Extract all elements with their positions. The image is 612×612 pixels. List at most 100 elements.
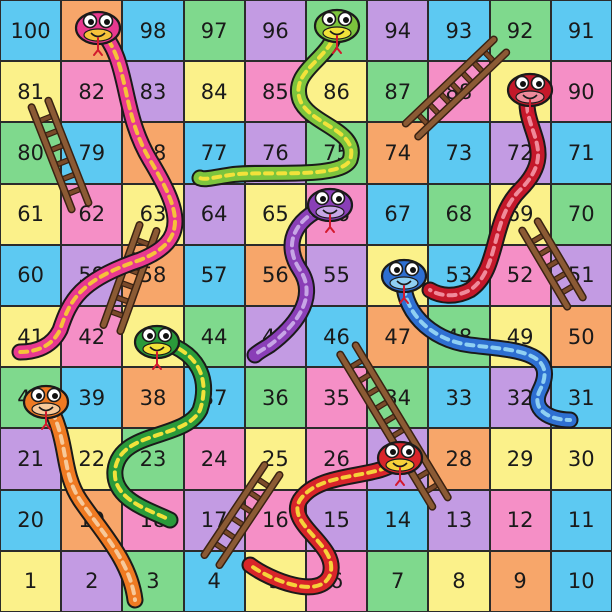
board-square[interactable]: 31 [550,367,612,429]
board-square[interactable]: 23 [122,428,184,490]
board-square[interactable]: 36 [244,367,306,429]
board-square[interactable]: 87 [367,61,429,123]
board-square[interactable]: 17 [183,489,245,551]
board-square[interactable]: 39 [61,367,123,429]
board-square[interactable]: 52 [489,244,551,306]
board-square[interactable]: 27 [367,428,429,490]
board-square[interactable]: 25 [244,428,306,490]
board-square[interactable]: 82 [61,61,123,123]
board-square[interactable]: 99 [61,0,123,62]
board-square[interactable]: 44 [183,305,245,368]
board-square[interactable]: 88 [428,61,490,123]
board-square[interactable]: 79 [61,122,123,184]
board-square[interactable]: 47 [367,305,429,368]
board-square[interactable]: 90 [550,61,612,123]
board-square[interactable]: 64 [183,183,245,245]
board-square[interactable]: 8 [428,550,490,612]
board-square[interactable]: 78 [122,122,184,184]
board-square[interactable]: 60 [0,244,62,306]
board-square[interactable]: 11 [550,489,612,551]
board-square[interactable]: 100 [0,0,62,62]
board-square[interactable]: 7 [367,550,429,612]
board-square[interactable]: 42 [61,305,123,368]
board-square[interactable]: 57 [183,244,245,306]
board-square[interactable]: 43 [122,305,184,368]
board-square[interactable]: 33 [428,367,490,429]
board-square[interactable]: 92 [489,0,551,62]
board-square[interactable]: 46 [305,305,368,368]
board-square[interactable]: 56 [244,244,306,306]
board-square[interactable]: 84 [183,61,245,123]
board-square[interactable]: 41 [0,305,62,368]
board-square[interactable]: 24 [183,428,245,490]
board-square[interactable]: 9 [489,550,551,612]
board-square[interactable]: 72 [489,122,551,184]
board-square[interactable]: 85 [244,61,306,123]
board-square[interactable]: 96 [244,0,306,62]
board-square[interactable]: 4 [183,550,245,612]
board-square[interactable]: 21 [0,428,62,490]
board-square[interactable]: 1 [0,550,62,612]
board-square[interactable]: 35 [305,367,368,429]
board-square[interactable]: 48 [428,305,490,368]
board-square[interactable]: 50 [550,305,612,368]
board-square[interactable]: 69 [489,183,551,245]
board-square[interactable]: 53 [428,244,490,306]
board-square[interactable]: 37 [183,367,245,429]
board-square[interactable]: 26 [305,428,368,490]
board-square[interactable]: 76 [244,122,306,184]
board-square[interactable]: 29 [489,428,551,490]
board-square[interactable]: 62 [61,183,123,245]
board-square[interactable]: 55 [305,244,368,306]
board-square[interactable]: 59 [61,244,123,306]
board-square[interactable]: 5 [244,550,306,612]
board-square[interactable]: 12 [489,489,551,551]
board-square[interactable]: 73 [428,122,490,184]
board-square[interactable]: 16 [244,489,306,551]
board-square[interactable]: 20 [0,489,62,551]
board-square[interactable]: 61 [0,183,62,245]
board-square[interactable]: 67 [367,183,429,245]
board-square[interactable]: 98 [122,0,184,62]
board-square[interactable]: 94 [367,0,429,62]
board-square[interactable]: 97 [183,0,245,62]
board-square[interactable]: 91 [550,0,612,62]
board-square[interactable]: 89 [489,61,551,123]
board-square[interactable]: 10 [550,550,612,612]
board-square[interactable]: 18 [122,489,184,551]
board-square[interactable]: 3 [122,550,184,612]
board-square[interactable]: 71 [550,122,612,184]
board-square[interactable]: 68 [428,183,490,245]
board-square[interactable]: 2 [61,550,123,612]
board-square[interactable]: 32 [489,367,551,429]
board-square[interactable]: 15 [305,489,368,551]
board-square[interactable]: 51 [550,244,612,306]
board-square[interactable]: 28 [428,428,490,490]
board-square[interactable]: 14 [367,489,429,551]
board-square[interactable]: 13 [428,489,490,551]
board-square[interactable]: 38 [122,367,184,429]
board-square[interactable]: 74 [367,122,429,184]
board-square[interactable]: 6 [305,550,368,612]
board-square[interactable]: 80 [0,122,62,184]
board-square[interactable]: 70 [550,183,612,245]
board-square[interactable]: 34 [367,367,429,429]
board-square[interactable]: 22 [61,428,123,490]
board-square[interactable]: 40 [0,367,62,429]
board-square[interactable]: 63 [122,183,184,245]
board-square[interactable]: 83 [122,61,184,123]
board-square[interactable]: 77 [183,122,245,184]
board-square[interactable]: 54 [367,244,429,306]
board-square[interactable]: 75 [305,122,368,184]
board-square[interactable]: 66 [305,183,368,245]
board-square[interactable]: 58 [122,244,184,306]
board-square[interactable]: 95 [305,0,368,62]
board-square[interactable]: 81 [0,61,62,123]
board-square[interactable]: 30 [550,428,612,490]
board-square[interactable]: 19 [61,489,123,551]
board-square[interactable]: 65 [244,183,306,245]
board-square[interactable]: 86 [305,61,368,123]
board-square[interactable]: 45 [244,305,306,368]
board-square[interactable]: 93 [428,0,490,62]
board-square[interactable]: 49 [489,305,551,368]
